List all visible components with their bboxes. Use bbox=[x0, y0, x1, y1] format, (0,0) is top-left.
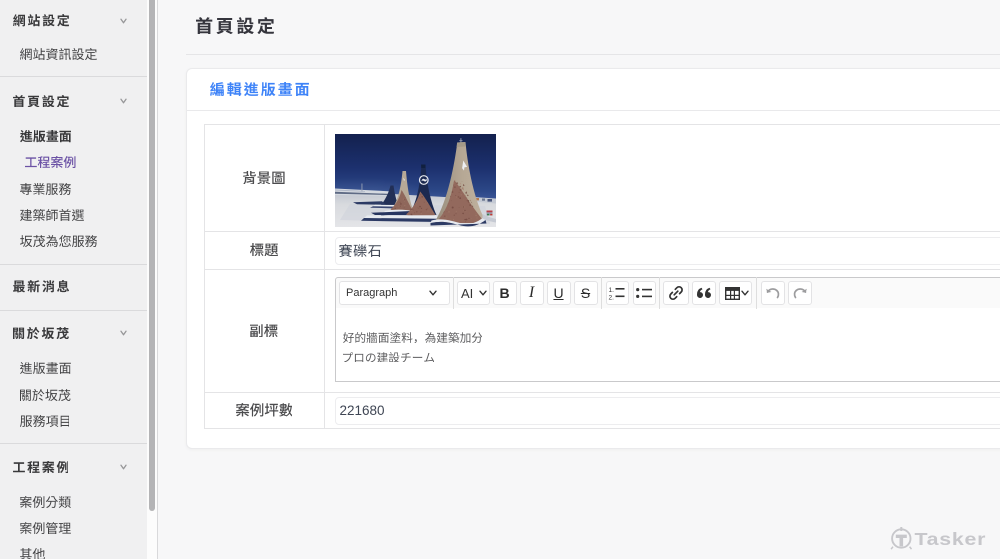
svg-text:1.: 1. bbox=[609, 287, 615, 294]
svg-text:2.: 2. bbox=[609, 295, 615, 301]
svg-text:Tasker: Tasker bbox=[915, 530, 987, 550]
